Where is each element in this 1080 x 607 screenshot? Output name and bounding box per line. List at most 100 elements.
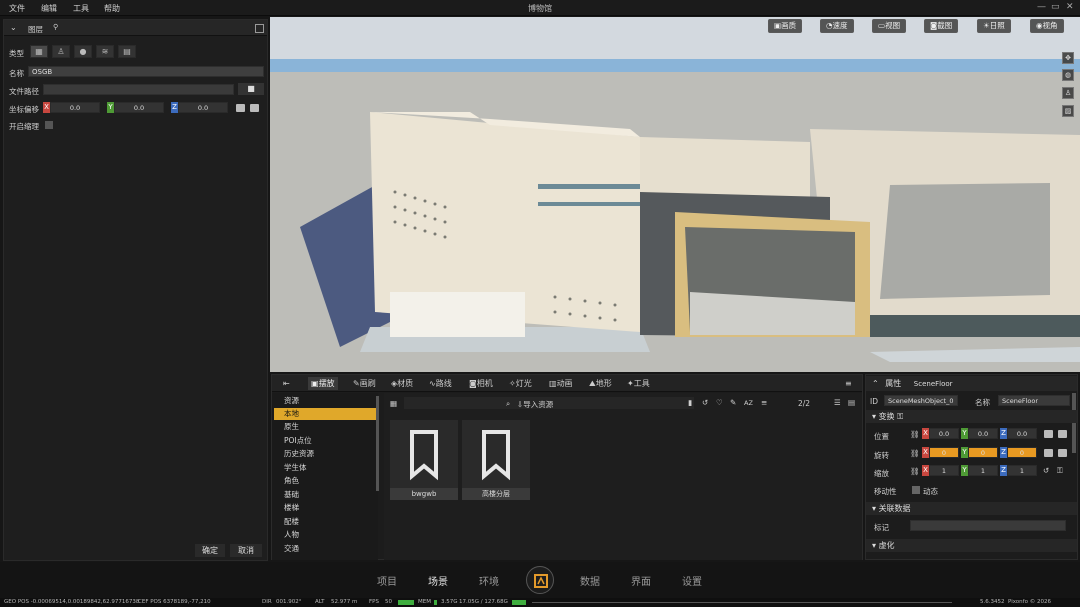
speed-button[interactable]: ◔速度 bbox=[820, 19, 854, 33]
copy-icon[interactable] bbox=[1058, 449, 1067, 457]
link-icon[interactable]: ⛓ bbox=[910, 467, 920, 476]
position-y-input[interactable]: 0.0 bbox=[968, 428, 998, 439]
copy-icon[interactable] bbox=[1058, 430, 1067, 438]
filter-icon[interactable]: ≡ bbox=[761, 398, 767, 407]
tab-light[interactable]: ✧灯光 bbox=[506, 377, 535, 390]
quality-button[interactable]: ▣画质 bbox=[768, 19, 803, 33]
globe-icon[interactable]: ◍ bbox=[1062, 69, 1074, 81]
camera-angle-button[interactable]: ◉视角 bbox=[1030, 19, 1064, 33]
detail-view-icon[interactable]: ▤ bbox=[848, 398, 855, 407]
grid-view-icon[interactable]: ▦ bbox=[390, 399, 397, 408]
reset-icon[interactable]: ↺ bbox=[1043, 466, 1049, 475]
scene-viewport[interactable]: ▣画质 ◔速度 ▭视图 ◙截图 ☀日照 ◉视角 ✥ ◍ ♙ ▨ bbox=[270, 17, 1080, 372]
name-input[interactable]: SceneFloor bbox=[998, 395, 1070, 406]
type-person-button[interactable]: ♙ bbox=[52, 45, 70, 58]
tree-item-stairs[interactable]: 楼梯 bbox=[274, 502, 376, 514]
nav-settings[interactable]: 设置 bbox=[682, 573, 702, 588]
asset-card[interactable]: bwgwb bbox=[390, 420, 458, 500]
link-icon[interactable]: ⛓ bbox=[910, 430, 920, 439]
sort-az-button[interactable]: AZ bbox=[744, 399, 753, 407]
tree-item-poi[interactable]: POI点位 bbox=[274, 435, 376, 447]
offset-y-input[interactable]: 0.0 bbox=[114, 102, 164, 113]
save-icon[interactable] bbox=[1044, 430, 1053, 438]
person-icon[interactable]: ♙ bbox=[1062, 87, 1074, 99]
nav-environment[interactable]: 环境 bbox=[479, 573, 499, 588]
tree-item-traffic[interactable]: 交通 bbox=[274, 543, 376, 555]
search-icon[interactable]: ⌕ bbox=[506, 399, 510, 409]
tab-camera[interactable]: ◙相机 bbox=[466, 377, 496, 390]
tab-animation[interactable]: ▥动画 bbox=[546, 377, 576, 390]
tree-item-student[interactable]: 学生体 bbox=[274, 462, 376, 474]
tab-terrain[interactable]: ⛰地形 bbox=[586, 377, 615, 390]
cancel-button[interactable]: 取消 bbox=[230, 544, 262, 557]
file-path-input[interactable] bbox=[43, 84, 234, 95]
maximize-button[interactable]: ▭ bbox=[1051, 2, 1060, 12]
confirm-button[interactable]: 确定 bbox=[195, 544, 225, 557]
chevron-down-icon[interactable]: ⌄ bbox=[10, 23, 17, 32]
pin-icon[interactable]: ⚲ bbox=[53, 23, 58, 31]
nav-data[interactable]: 数据 bbox=[580, 573, 600, 588]
scale-z-input[interactable]: 1 bbox=[1007, 465, 1037, 476]
scale-y-input[interactable]: 1 bbox=[968, 465, 998, 476]
layers-icon[interactable]: ▨ bbox=[1062, 105, 1074, 117]
type-pin-button[interactable]: ● bbox=[74, 45, 92, 58]
tree-item-resources[interactable]: 资源 bbox=[274, 395, 376, 407]
asset-card[interactable]: 高楼分层 bbox=[462, 420, 530, 500]
panel-settings-icon[interactable] bbox=[255, 24, 264, 33]
related-data-section[interactable]: ▾ 关联数据 bbox=[866, 502, 1077, 515]
nav-project[interactable]: 项目 bbox=[377, 573, 397, 588]
type-grid-button[interactable]: ▦ bbox=[30, 45, 48, 58]
position-x-input[interactable]: 0.0 bbox=[929, 428, 959, 439]
screenshot-button[interactable]: ◙截图 bbox=[924, 19, 959, 33]
edit-icon[interactable]: ✎ bbox=[730, 398, 736, 407]
scale-x-input[interactable]: 1 bbox=[929, 465, 959, 476]
collapse-icon[interactable]: ⇤ bbox=[280, 377, 293, 390]
tree-item-history[interactable]: 历史资源 bbox=[274, 448, 376, 460]
tree-item-annex[interactable]: 配楼 bbox=[274, 516, 376, 528]
position-z-input[interactable]: 0.0 bbox=[1007, 428, 1037, 439]
timeline-track[interactable] bbox=[532, 602, 952, 603]
transform-section[interactable]: ▾ 变换 ⚿ bbox=[866, 410, 1077, 423]
tag-input[interactable] bbox=[910, 520, 1066, 531]
collapse-up-icon[interactable]: ⌃ bbox=[872, 379, 879, 388]
name-input[interactable]: OSGB bbox=[28, 66, 264, 77]
rotation-y-input[interactable]: 0 bbox=[968, 447, 998, 458]
rotation-x-input[interactable]: 0 bbox=[929, 447, 959, 458]
link-icon[interactable]: ⛓ bbox=[910, 449, 920, 458]
save-icon[interactable] bbox=[1044, 449, 1053, 457]
heart-icon[interactable]: ♡ bbox=[716, 398, 723, 407]
tree-item-people[interactable]: 人物 bbox=[274, 529, 376, 541]
tab-brush[interactable]: ✎画刷 bbox=[350, 377, 379, 390]
offset-z-input[interactable]: 0.0 bbox=[178, 102, 228, 113]
close-button[interactable]: ✕ bbox=[1066, 2, 1074, 12]
tree-item-role[interactable]: 角色 bbox=[274, 475, 376, 487]
unlock-icon[interactable]: ⚿ bbox=[1057, 466, 1063, 476]
move-icon[interactable]: ✥ bbox=[1062, 52, 1074, 64]
folder-icon[interactable]: ■ bbox=[238, 83, 264, 95]
shadow-checkbox[interactable] bbox=[45, 121, 53, 129]
minimize-button[interactable]: — bbox=[1037, 2, 1046, 12]
panel-menu-icon[interactable]: ≡ bbox=[842, 377, 855, 390]
type-terrain-button[interactable]: ≋ bbox=[96, 45, 114, 58]
offset-x-input[interactable]: 0.0 bbox=[50, 102, 100, 113]
tree-item-local[interactable]: 本地 bbox=[274, 408, 376, 420]
home-logo-button[interactable] bbox=[526, 566, 554, 594]
nav-scene[interactable]: 场景 bbox=[428, 573, 448, 588]
save-icon[interactable] bbox=[236, 104, 245, 112]
tab-tools[interactable]: ✦工具 bbox=[624, 377, 653, 390]
import-label[interactable]: ⇩导入资源 bbox=[517, 399, 553, 410]
sunlight-button[interactable]: ☀日照 bbox=[977, 19, 1011, 33]
lock-icon[interactable]: ⚿ bbox=[897, 412, 903, 421]
trash-icon[interactable]: ▮ bbox=[688, 398, 692, 407]
mobility-checkbox[interactable] bbox=[912, 486, 920, 494]
id-input[interactable]: SceneMeshObject_0 bbox=[884, 395, 958, 406]
tab-route[interactable]: ∿路线 bbox=[426, 377, 455, 390]
tree-item-basic[interactable]: 基础 bbox=[274, 489, 376, 501]
nav-interface[interactable]: 界面 bbox=[631, 573, 651, 588]
rotation-z-input[interactable]: 0 bbox=[1007, 447, 1037, 458]
list-view-icon[interactable]: ☰ bbox=[834, 398, 841, 407]
type-table-button[interactable]: ▤ bbox=[118, 45, 136, 58]
tab-place[interactable]: ▣摆放 bbox=[308, 377, 338, 390]
tree-item-native[interactable]: 原生 bbox=[274, 421, 376, 433]
virtual-section[interactable]: ▾ 虚化 bbox=[866, 539, 1077, 552]
